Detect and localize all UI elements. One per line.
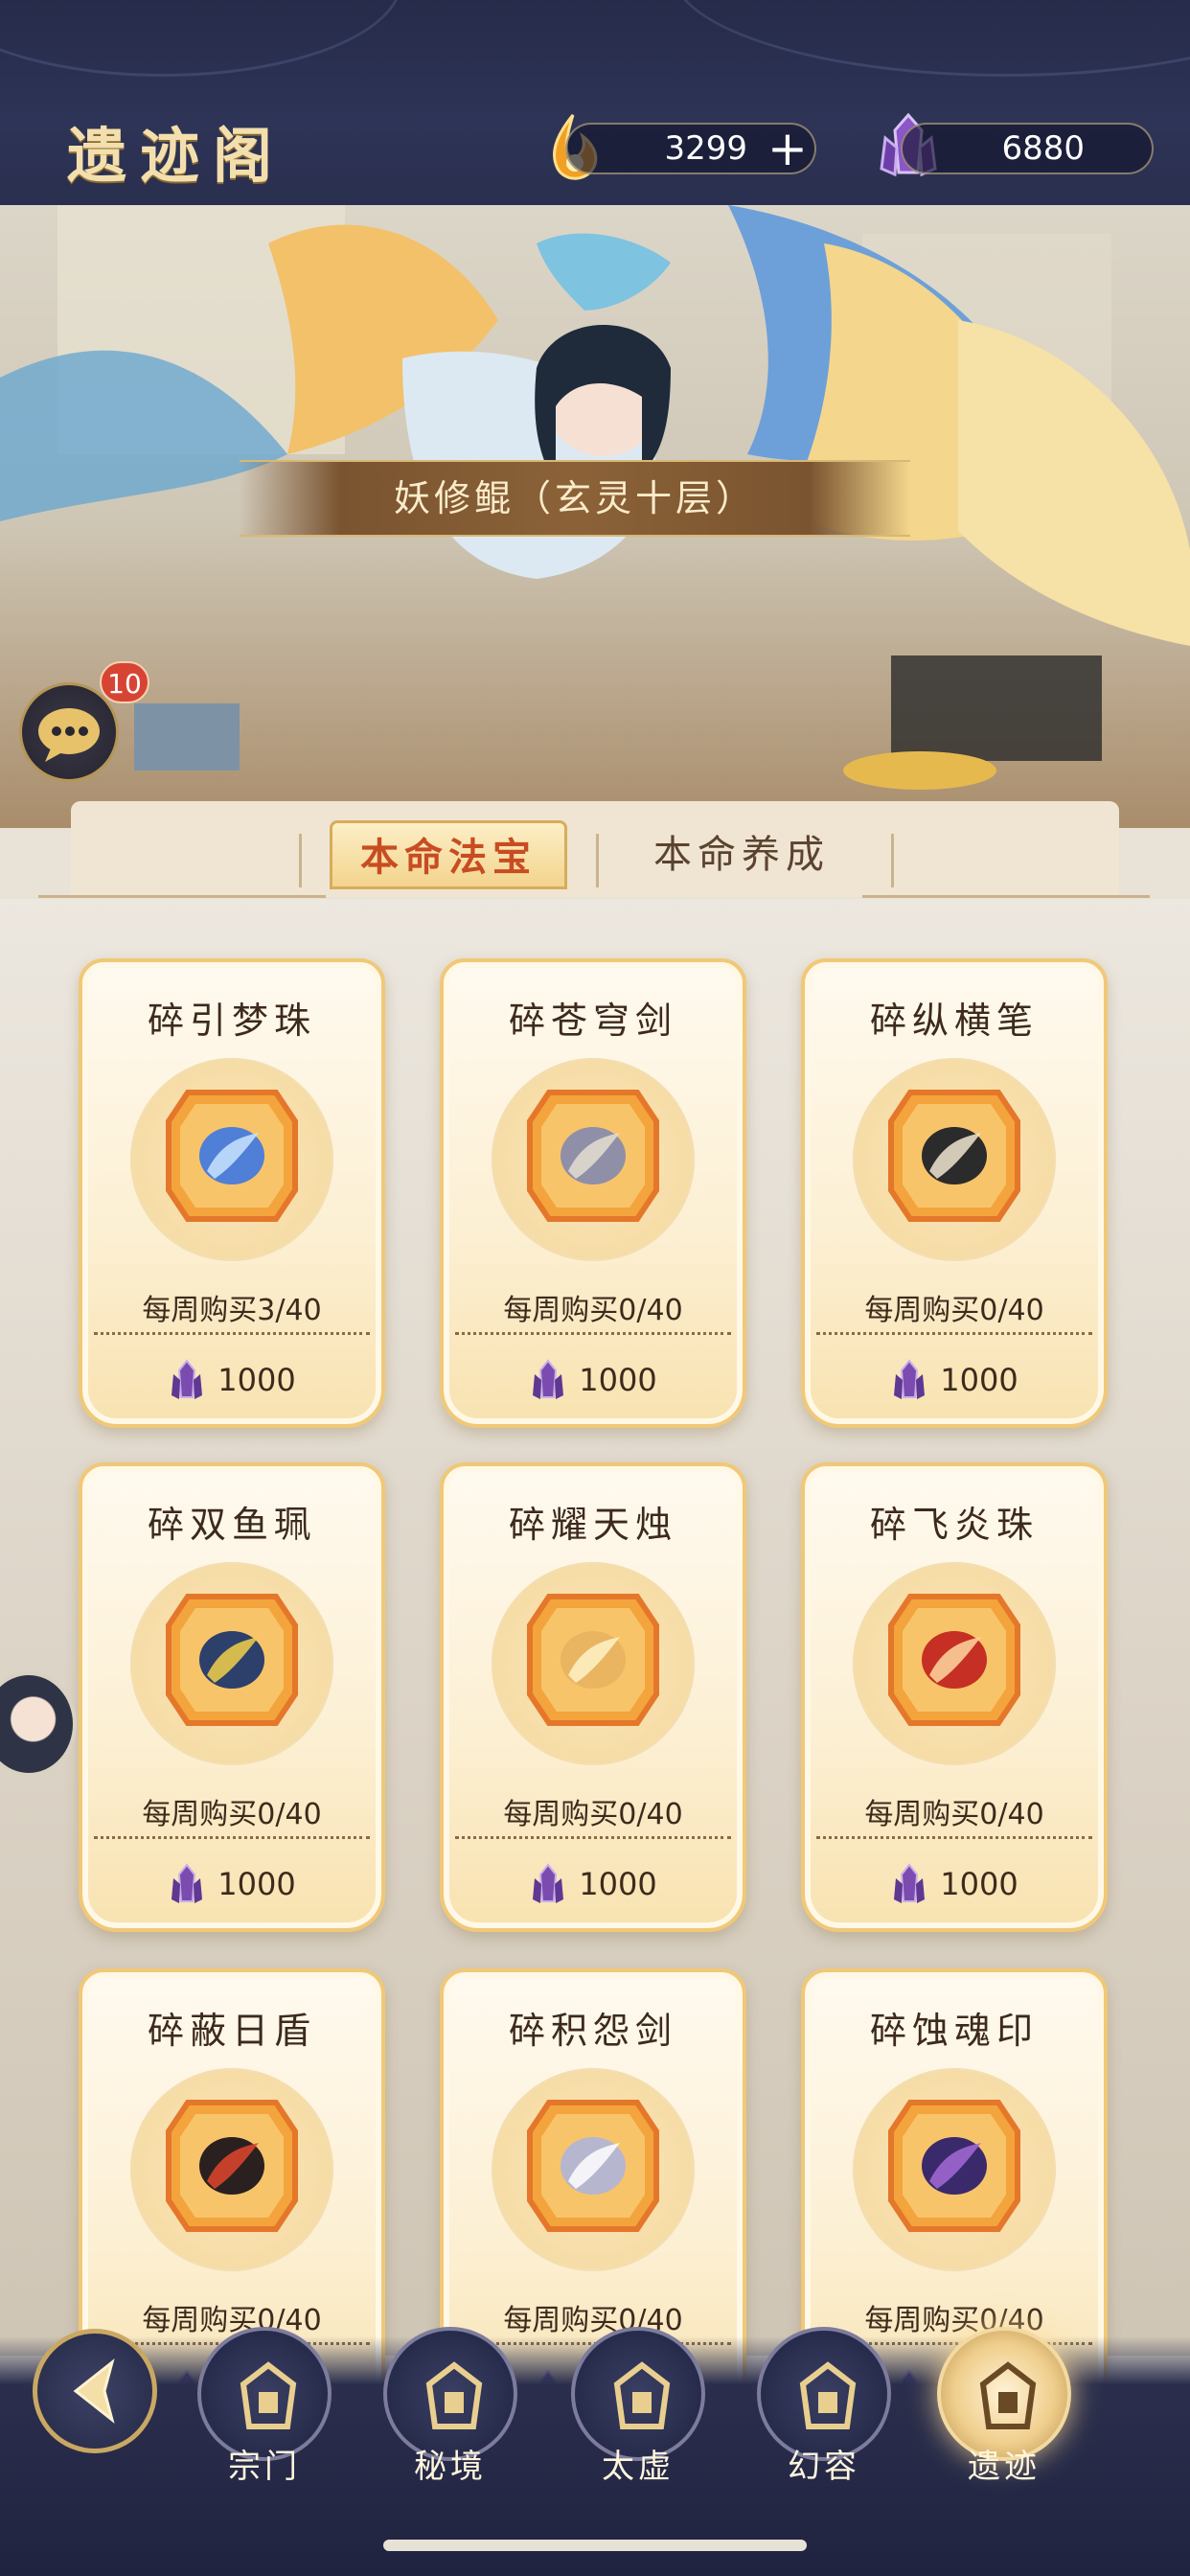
price-value: 1000 [940, 1362, 1018, 1398]
tab-divider [891, 834, 894, 887]
item-price: 1000 [444, 1359, 743, 1401]
shop-item-card[interactable]: 碎引梦珠 每周购买3/40 1000 [79, 958, 385, 1428]
grudge-sword-icon [527, 2100, 659, 2232]
chat-bubble-icon [38, 708, 100, 762]
shop-item-card[interactable]: 碎双鱼珮 每周购买0/40 1000 [79, 1462, 385, 1932]
divider-line [38, 895, 326, 898]
secret-realm-icon [425, 2361, 483, 2429]
card-divider [816, 1332, 1092, 1335]
nav-label: 遗迹 [968, 2448, 1041, 2486]
nav-label: 宗门 [228, 2448, 301, 2486]
tab-divider [596, 834, 599, 887]
chat-button[interactable] [19, 682, 119, 782]
item-name: 碎积怨剑 [508, 2010, 677, 2052]
tab-divider [299, 834, 302, 887]
spirit-amount: 3299 [664, 129, 747, 168]
sect-icon [240, 2361, 297, 2429]
page-title: 遗迹阁 [67, 121, 286, 191]
item-price: 1000 [82, 1359, 381, 1401]
decor-swirl [671, 0, 1190, 77]
relic-icon [979, 2361, 1037, 2429]
crystal-icon [172, 1863, 203, 1903]
crystal-currency: 6880 [901, 123, 1154, 174]
weekly-limit: 每周购买0/40 [864, 1294, 1044, 1327]
weekly-limit: 每周购买0/40 [503, 2304, 683, 2337]
card-divider [94, 1836, 370, 1839]
back-arrow-icon [73, 2358, 115, 2424]
divider-line [862, 895, 1150, 898]
price-value: 1000 [940, 1866, 1018, 1902]
nav-label: 秘境 [414, 2448, 487, 2486]
item-name: 碎引梦珠 [147, 1000, 316, 1042]
price-value: 1000 [579, 1866, 657, 1902]
twin-fish-pendant-icon [166, 1594, 298, 1726]
shop-item-card[interactable]: 碎耀天烛 每周购买0/40 1000 [440, 1462, 746, 1932]
weekly-limit: 每周购买0/40 [142, 1798, 322, 1831]
card-divider [455, 1836, 731, 1839]
price-value: 1000 [217, 1866, 296, 1902]
add-currency-button[interactable]: + [767, 125, 809, 172]
home-indicator [383, 2540, 807, 2551]
weekly-limit: 每周购买0/40 [503, 1798, 683, 1831]
item-name: 碎双鱼珮 [147, 1504, 316, 1546]
shop-item-card[interactable]: 碎苍穹剑 每周购买0/40 1000 [440, 958, 746, 1428]
tab-natal-treasure[interactable]: 本命法宝 [330, 820, 567, 889]
price-value: 1000 [579, 1362, 657, 1398]
brush-icon [888, 1090, 1020, 1222]
shield-icon [166, 2100, 298, 2232]
sky-sword-icon [527, 1090, 659, 1222]
taixu-icon [613, 2361, 671, 2429]
candle-icon [527, 1594, 659, 1726]
shop-item-card[interactable]: 碎飞炎珠 每周购买0/40 1000 [801, 1462, 1108, 1932]
crystal-icon [172, 1359, 203, 1399]
card-divider [94, 1332, 370, 1335]
crystal-icon [894, 1863, 926, 1903]
item-price: 1000 [82, 1863, 381, 1905]
item-name: 碎蚀魂印 [869, 2010, 1039, 2052]
item-name: 碎纵横笔 [869, 1000, 1039, 1042]
item-price: 1000 [444, 1863, 743, 1905]
soul-seal-icon [888, 2100, 1020, 2232]
dream-orb-icon [166, 1090, 298, 1222]
tab-natal-cultivation[interactable]: 本命养成 [623, 820, 860, 889]
card-divider [455, 1332, 731, 1335]
weekly-limit: 每周购买0/40 [864, 1798, 1044, 1831]
item-name: 碎苍穹剑 [508, 1000, 677, 1042]
weekly-limit: 每周购买0/40 [142, 2304, 322, 2337]
robe-icon [799, 2361, 857, 2429]
crystal-icon [894, 1359, 926, 1399]
price-value: 1000 [217, 1362, 296, 1398]
item-name: 碎耀天烛 [508, 1504, 677, 1546]
flame-orb-icon [888, 1594, 1020, 1726]
nav-label: 幻容 [788, 2448, 860, 2486]
item-price: 1000 [805, 1863, 1104, 1905]
crystal-icon [533, 1863, 564, 1903]
crystal-amount: 6880 [1001, 129, 1085, 168]
item-name: 碎飞炎珠 [869, 1504, 1039, 1546]
card-divider [816, 1836, 1092, 1839]
tab-bar [71, 801, 1119, 897]
character-name-plate: 妖修鲲（玄灵十层） [240, 460, 910, 537]
item-name: 碎蔽日盾 [147, 2010, 316, 2052]
back-button[interactable] [33, 2329, 157, 2453]
decor-swirl [0, 0, 402, 77]
crystal-icon [533, 1359, 564, 1399]
item-price: 1000 [805, 1359, 1104, 1401]
shop-item-card[interactable]: 碎纵横笔 每周购买0/40 1000 [801, 958, 1108, 1428]
weekly-limit: 每周购买0/40 [503, 1294, 683, 1327]
chat-unread-badge: 10 [100, 661, 149, 703]
weekly-limit: 每周购买3/40 [142, 1294, 322, 1327]
nav-label: 太虚 [602, 2448, 675, 2486]
